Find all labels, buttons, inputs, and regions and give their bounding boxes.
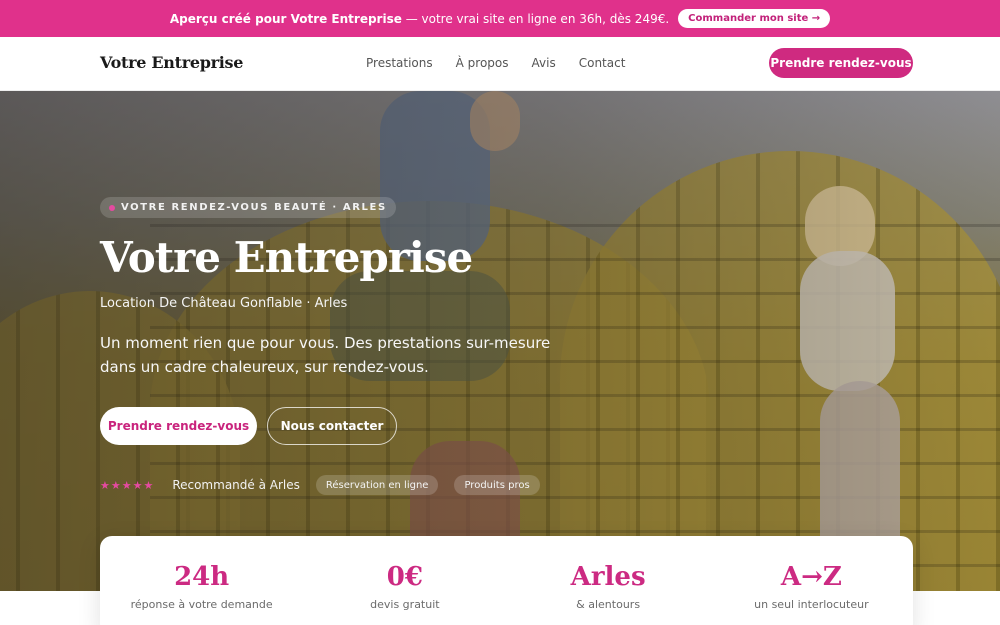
nav-item-contact[interactable]: Contact <box>579 56 626 70</box>
tagline-dot-icon <box>109 204 115 211</box>
promo-text: Aperçu créé pour Votre Entreprise — votr… <box>170 12 669 26</box>
nav-item-prestations[interactable]: Prestations <box>366 56 433 70</box>
contact-us-button[interactable]: Nous contacter <box>267 407 397 445</box>
main-nav: Prestations À propos Avis Contact <box>366 56 648 70</box>
stat-value: 0€ <box>386 562 423 592</box>
stat-single-contact: A→Z un seul interlocuteur <box>710 536 913 625</box>
nav-item-avis[interactable]: Avis <box>532 56 556 70</box>
stat-response-time: 24h réponse à votre demande <box>100 536 303 625</box>
hero-title: Votre Entreprise <box>100 233 473 282</box>
promo-text-rest: — votre vrai site en ligne en 36h, dès 2… <box>401 11 670 26</box>
site-header: Votre Entreprise Prestations À propos Av… <box>0 37 1000 91</box>
brand-logo[interactable]: Votre Entreprise <box>100 53 243 72</box>
stat-free-quote: 0€ devis gratuit <box>303 536 506 625</box>
stat-label: un seul interlocuteur <box>754 598 869 611</box>
hero-tagline: VOTRE RENDEZ-VOUS BEAUTÉ · ARLES <box>100 197 396 218</box>
order-site-button[interactable]: Commander mon site → <box>678 9 831 28</box>
nav-item-a-propos[interactable]: À propos <box>456 56 509 70</box>
badge-pro-products: Produits pros <box>454 475 540 495</box>
promo-text-bold: Aperçu créé pour Votre Entreprise <box>169 11 402 26</box>
promo-banner: Aperçu créé pour Votre Entreprise — votr… <box>0 0 1000 37</box>
stat-label: devis gratuit <box>370 598 440 611</box>
badge-online-booking: Réservation en ligne <box>315 475 439 495</box>
book-appointment-button[interactable]: Prendre rendez-vous <box>100 407 257 445</box>
recommendation-text: Recommandé à Arles <box>172 478 300 492</box>
rating-stars-icon: ★★★★★ <box>100 478 155 492</box>
hero-description: Un moment rien que pour vous. Des presta… <box>100 334 551 376</box>
hero-subtitle: Location De Château Gonflable · Arles <box>100 296 348 311</box>
stats-card: 24h réponse à votre demande 0€ devis gra… <box>100 536 913 625</box>
stat-label: & alentours <box>576 598 641 611</box>
hero-tagline-text: VOTRE RENDEZ-VOUS BEAUTÉ · ARLES <box>121 202 387 213</box>
stat-area: Arles & alentours <box>507 536 710 625</box>
hero-section: VOTRE RENDEZ-VOUS BEAUTÉ · ARLES Votre E… <box>0 91 1000 591</box>
stat-label: réponse à votre demande <box>130 598 273 611</box>
header-booking-button[interactable]: Prendre rendez-vous <box>769 48 913 78</box>
stat-value: 24h <box>174 562 230 592</box>
stat-value: Arles <box>570 562 646 592</box>
trust-row: ★★★★★ Recommandé à Arles Réservation en … <box>100 475 556 495</box>
stat-value: A→Z <box>780 562 842 592</box>
